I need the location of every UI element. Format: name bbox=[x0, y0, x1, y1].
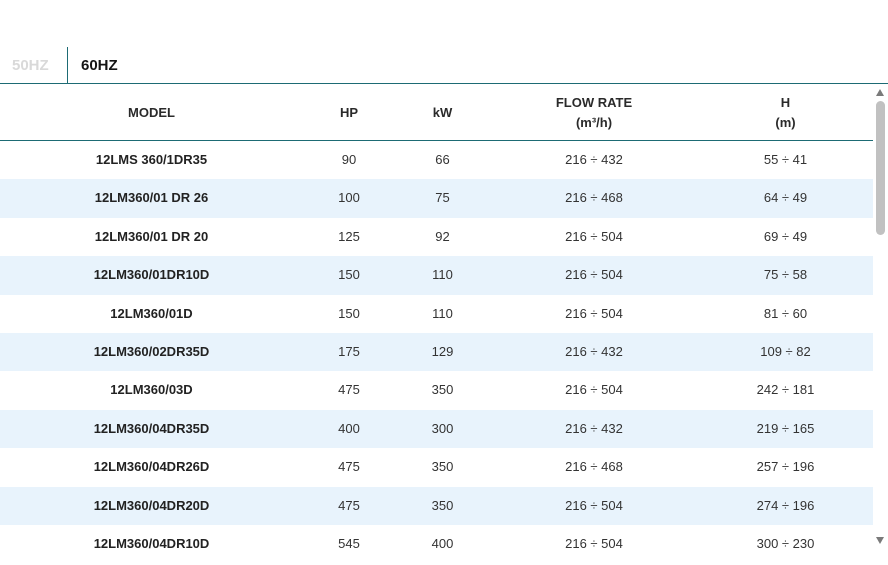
cell-hp: 150 bbox=[338, 305, 360, 321]
cell-kw: 75 bbox=[435, 190, 450, 206]
cell-hp: 400 bbox=[338, 420, 360, 436]
table-row: 12LM360/04DR10D 545 400 216 ÷ 504 300 ÷ … bbox=[0, 525, 873, 549]
cell-head: 257 ÷ 196 bbox=[756, 459, 815, 475]
cell-head: 300 ÷ 230 bbox=[756, 535, 815, 549]
header-head-label: H bbox=[780, 94, 791, 110]
cell-model: 12LM360/04DR35D bbox=[93, 420, 210, 436]
cell-hp: 545 bbox=[338, 535, 360, 549]
tab-60hz[interactable]: 60HZ bbox=[68, 47, 118, 83]
cell-kw: 350 bbox=[431, 459, 454, 475]
cell-flow-rate: 216 ÷ 504 bbox=[565, 535, 623, 549]
cell-kw: 110 bbox=[432, 305, 453, 321]
cell-model: 12LM360/03D bbox=[110, 382, 193, 398]
cell-kw: 350 bbox=[431, 382, 454, 398]
cell-hp: 100 bbox=[338, 190, 360, 206]
cell-hp: 90 bbox=[341, 152, 357, 167]
cell-model: 12LMS 360/1DR35 bbox=[95, 152, 208, 167]
cell-model: 12LM360/01D bbox=[110, 305, 193, 321]
header-hp: HP bbox=[303, 84, 395, 141]
cell-hp: 475 bbox=[338, 459, 360, 475]
triangle-down-icon[interactable] bbox=[876, 537, 884, 544]
cell-flow-rate: 216 ÷ 432 bbox=[565, 152, 623, 167]
cell-head: 69 ÷ 49 bbox=[763, 228, 808, 244]
vertical-scrollbar[interactable] bbox=[873, 84, 888, 549]
cell-head: 219 ÷ 165 bbox=[756, 420, 815, 436]
cell-head: 274 ÷ 196 bbox=[756, 497, 815, 513]
cell-hp: 150 bbox=[338, 267, 360, 283]
header-kw-label: kW bbox=[432, 104, 453, 120]
table-row: 12LM360/01D 150 110 216 ÷ 504 81 ÷ 60 bbox=[0, 295, 873, 333]
cell-hp: 125 bbox=[338, 228, 360, 244]
cell-kw: 300 bbox=[431, 420, 454, 436]
cell-kw: 350 bbox=[431, 497, 454, 513]
cell-model: 12LM360/01 DR 20 bbox=[94, 228, 209, 244]
cell-head: 242 ÷ 181 bbox=[756, 382, 815, 398]
header-kw: kW bbox=[395, 84, 490, 141]
table-row: 12LM360/03D 475 350 216 ÷ 504 242 ÷ 181 bbox=[0, 371, 873, 409]
cell-model: 12LM360/02DR35D bbox=[93, 343, 210, 359]
cell-hp: 475 bbox=[338, 382, 360, 398]
pump-specs-table: MODEL HP kW FLOW RATE (m³/h) H (m) 12LMS… bbox=[0, 84, 873, 549]
cell-flow-rate: 216 ÷ 432 bbox=[565, 343, 623, 359]
cell-model: 12LM360/04DR26D bbox=[93, 459, 210, 475]
cell-kw: 400 bbox=[431, 535, 454, 549]
cell-head: 81 ÷ 60 bbox=[763, 305, 808, 321]
cell-flow-rate: 216 ÷ 468 bbox=[565, 190, 623, 206]
table-row: 12LMS 360/1DR35 90 66 216 ÷ 432 55 ÷ 41 bbox=[0, 141, 873, 179]
cell-model: 12LM360/04DR20D bbox=[93, 497, 210, 513]
scrollbar-thumb[interactable] bbox=[876, 101, 885, 235]
table-header: MODEL HP kW FLOW RATE (m³/h) H (m) bbox=[0, 84, 873, 141]
table-row: 12LM360/01 DR 20 125 92 216 ÷ 504 69 ÷ 4… bbox=[0, 218, 873, 256]
cell-flow-rate: 216 ÷ 504 bbox=[565, 267, 623, 283]
cell-head: 64 ÷ 49 bbox=[763, 190, 808, 206]
table-row: 12LM360/04DR26D 475 350 216 ÷ 468 257 ÷ … bbox=[0, 448, 873, 486]
cell-hp: 175 bbox=[338, 343, 360, 359]
header-flow-rate-unit: (m³/h) bbox=[575, 114, 613, 130]
cell-head: 109 ÷ 82 bbox=[760, 343, 811, 359]
table-row: 12LM360/04DR20D 475 350 216 ÷ 504 274 ÷ … bbox=[0, 486, 873, 525]
frequency-tabs: 50HZ 60HZ bbox=[0, 47, 888, 83]
header-head-unit: (m) bbox=[775, 114, 796, 130]
table-row: 12LM360/01DR10D 150 110 216 ÷ 504 75 ÷ 5… bbox=[0, 256, 873, 295]
header-flow-rate: FLOW RATE (m³/h) bbox=[490, 84, 698, 141]
header-model: MODEL bbox=[0, 84, 303, 141]
cell-kw: 92 bbox=[435, 228, 450, 244]
header-hp-label: HP bbox=[339, 104, 359, 120]
table-row: 12LM360/04DR35D 400 300 216 ÷ 432 219 ÷ … bbox=[0, 409, 873, 449]
cell-flow-rate: 216 ÷ 468 bbox=[565, 459, 623, 475]
cell-flow-rate: 216 ÷ 432 bbox=[565, 420, 623, 436]
cell-model: 12LM360/01 DR 26 bbox=[94, 190, 209, 206]
header-head: H (m) bbox=[698, 84, 873, 141]
tab-50hz[interactable]: 50HZ bbox=[0, 47, 68, 83]
cell-flow-rate: 216 ÷ 504 bbox=[565, 305, 623, 321]
cell-flow-rate: 216 ÷ 504 bbox=[565, 497, 623, 513]
header-model-label: MODEL bbox=[128, 104, 175, 120]
table-body: 12LMS 360/1DR35 90 66 216 ÷ 432 55 ÷ 41 … bbox=[0, 141, 873, 549]
table-row: 12LM360/01 DR 26 100 75 216 ÷ 468 64 ÷ 4… bbox=[0, 179, 873, 218]
cell-hp: 475 bbox=[338, 497, 360, 513]
cell-flow-rate: 216 ÷ 504 bbox=[565, 228, 623, 244]
cell-kw: 129 bbox=[431, 343, 454, 359]
triangle-up-icon[interactable] bbox=[876, 89, 884, 96]
header-flow-rate-label: FLOW RATE bbox=[555, 94, 633, 110]
cell-head: 55 ÷ 41 bbox=[763, 152, 808, 167]
cell-model: 12LM360/01DR10D bbox=[93, 267, 210, 283]
cell-model: 12LM360/04DR10D bbox=[93, 535, 210, 549]
cell-flow-rate: 216 ÷ 504 bbox=[565, 382, 623, 398]
cell-kw: 66 bbox=[435, 152, 450, 167]
cell-head: 75 ÷ 58 bbox=[763, 267, 808, 283]
table-row: 12LM360/02DR35D 175 129 216 ÷ 432 109 ÷ … bbox=[0, 332, 873, 372]
cell-kw: 110 bbox=[432, 267, 453, 283]
